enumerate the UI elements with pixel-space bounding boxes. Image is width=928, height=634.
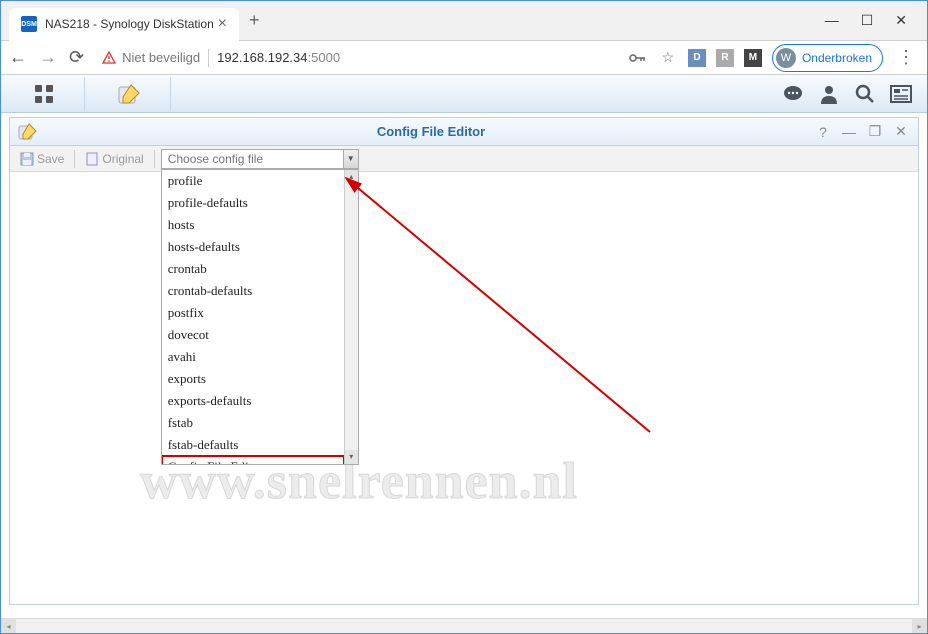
kebab-menu-icon[interactable]: ⋮ xyxy=(893,47,919,68)
minimize-window-icon[interactable]: — xyxy=(840,123,858,141)
original-label: Original xyxy=(102,152,143,166)
back-icon[interactable]: ← xyxy=(9,47,27,68)
maximize-window-icon[interactable]: ❐ xyxy=(866,123,884,141)
dropdown-item[interactable]: Config File Editor xyxy=(162,456,344,464)
dropdown-item[interactable]: profile-defaults xyxy=(162,192,344,214)
scroll-down-icon[interactable]: ▾ xyxy=(345,450,358,464)
security-text: Niet beveiligd xyxy=(122,50,200,65)
dropdown-item[interactable]: profile xyxy=(162,170,344,192)
note-pencil-icon xyxy=(18,123,40,141)
apps-button[interactable] xyxy=(3,77,85,111)
new-tab-button[interactable]: + xyxy=(249,10,260,31)
window-controls: — ☐ ✕ xyxy=(825,12,927,29)
dropdown-item[interactable]: postfix xyxy=(162,302,344,324)
dropdown-item[interactable]: exports xyxy=(162,368,344,390)
star-icon[interactable]: ☆ xyxy=(658,48,678,68)
annotation-arrow xyxy=(10,172,920,632)
combo-input[interactable] xyxy=(161,149,359,169)
user-icon[interactable] xyxy=(813,79,845,109)
tab-title: NAS218 - Synology DiskStation xyxy=(45,17,214,31)
separator xyxy=(154,150,155,168)
dropdown-item[interactable]: crontab xyxy=(162,258,344,280)
config-editor-task-button[interactable] xyxy=(89,77,171,111)
close-tab-icon[interactable]: × xyxy=(218,15,227,33)
scroll-track[interactable] xyxy=(16,619,912,633)
config-file-combo[interactable]: ▼ profileprofile-defaultshostshosts-defa… xyxy=(161,149,359,169)
reload-icon[interactable]: ⟳ xyxy=(69,47,84,68)
chat-icon[interactable] xyxy=(777,79,809,109)
user-status: Onderbroken xyxy=(802,51,872,65)
user-profile-chip[interactable]: W Onderbroken xyxy=(772,44,883,72)
editor-content: www.snelrennen.nl xyxy=(10,172,918,604)
window-titlebar[interactable]: Config File Editor ? — ❐ ✕ xyxy=(10,118,918,146)
widgets-icon[interactable] xyxy=(885,79,917,109)
dropdown-item[interactable]: fstab xyxy=(162,412,344,434)
url-port: :5000 xyxy=(308,50,341,65)
save-label: Save xyxy=(37,152,64,166)
divider xyxy=(208,49,209,67)
toolbar-right: ☆ D R M W Onderbroken ⋮ xyxy=(618,44,919,72)
config-file-dropdown: profileprofile-defaultshostshosts-defaul… xyxy=(161,169,359,465)
key-icon[interactable] xyxy=(628,48,648,68)
dropdown-item[interactable]: fstab-defaults xyxy=(162,434,344,456)
extension-m-icon[interactable]: M xyxy=(744,49,762,67)
dropdown-item[interactable]: hosts-defaults xyxy=(162,236,344,258)
favicon: DSM xyxy=(21,16,37,32)
window-title: Config File Editor xyxy=(48,124,814,139)
config-editor-window: Config File Editor ? — ❐ ✕ Save Original… xyxy=(9,117,919,605)
separator xyxy=(74,150,75,168)
address-bar: ← → ⟳ Niet beveiligd 192.168.192.34:5000… xyxy=(1,41,927,75)
close-app-window-icon[interactable]: ✕ xyxy=(892,123,910,141)
horizontal-scrollbar[interactable]: ◂ ▸ xyxy=(1,618,927,633)
extension-r-icon[interactable]: R xyxy=(716,49,734,67)
original-button[interactable]: Original xyxy=(81,150,147,168)
floppy-icon xyxy=(20,152,34,166)
dsm-taskbar xyxy=(1,75,927,113)
user-avatar: W xyxy=(776,48,796,68)
note-pencil-icon xyxy=(117,83,143,105)
url-input[interactable]: Niet beveiligd 192.168.192.34:5000 xyxy=(96,49,606,67)
url-host: 192.168.192.34 xyxy=(217,50,307,65)
browser-tab[interactable]: DSM NAS218 - Synology DiskStation × xyxy=(9,8,239,41)
editor-toolbar: Save Original ▼ profileprofile-defaultsh… xyxy=(10,146,918,172)
apps-grid-icon xyxy=(35,85,53,103)
minimize-icon[interactable]: — xyxy=(825,12,839,29)
scroll-right-icon[interactable]: ▸ xyxy=(912,619,927,633)
scroll-up-icon[interactable]: ▴ xyxy=(345,170,358,184)
security-warning[interactable]: Niet beveiligd xyxy=(102,50,200,65)
close-window-icon[interactable]: ✕ xyxy=(895,12,907,29)
scroll-left-icon[interactable]: ◂ xyxy=(1,619,16,633)
warning-triangle-icon xyxy=(102,51,116,65)
forward-icon[interactable]: → xyxy=(39,47,57,68)
search-icon[interactable] xyxy=(849,79,881,109)
maximize-icon[interactable]: ☐ xyxy=(861,12,874,29)
dropdown-item[interactable]: avahi xyxy=(162,346,344,368)
dropdown-item[interactable]: hosts xyxy=(162,214,344,236)
browser-tab-strip: DSM NAS218 - Synology DiskStation × + — … xyxy=(1,1,927,41)
chevron-down-icon[interactable]: ▼ xyxy=(343,149,359,169)
dropdown-item[interactable]: crontab-defaults xyxy=(162,280,344,302)
save-button[interactable]: Save xyxy=(16,150,68,168)
dropdown-scrollbar[interactable]: ▴ ▾ xyxy=(344,170,358,464)
document-icon xyxy=(85,152,99,166)
dropdown-item[interactable]: dovecot xyxy=(162,324,344,346)
extension-d-icon[interactable]: D xyxy=(688,49,706,67)
dropdown-item[interactable]: exports-defaults xyxy=(162,390,344,412)
help-icon[interactable]: ? xyxy=(814,123,832,141)
